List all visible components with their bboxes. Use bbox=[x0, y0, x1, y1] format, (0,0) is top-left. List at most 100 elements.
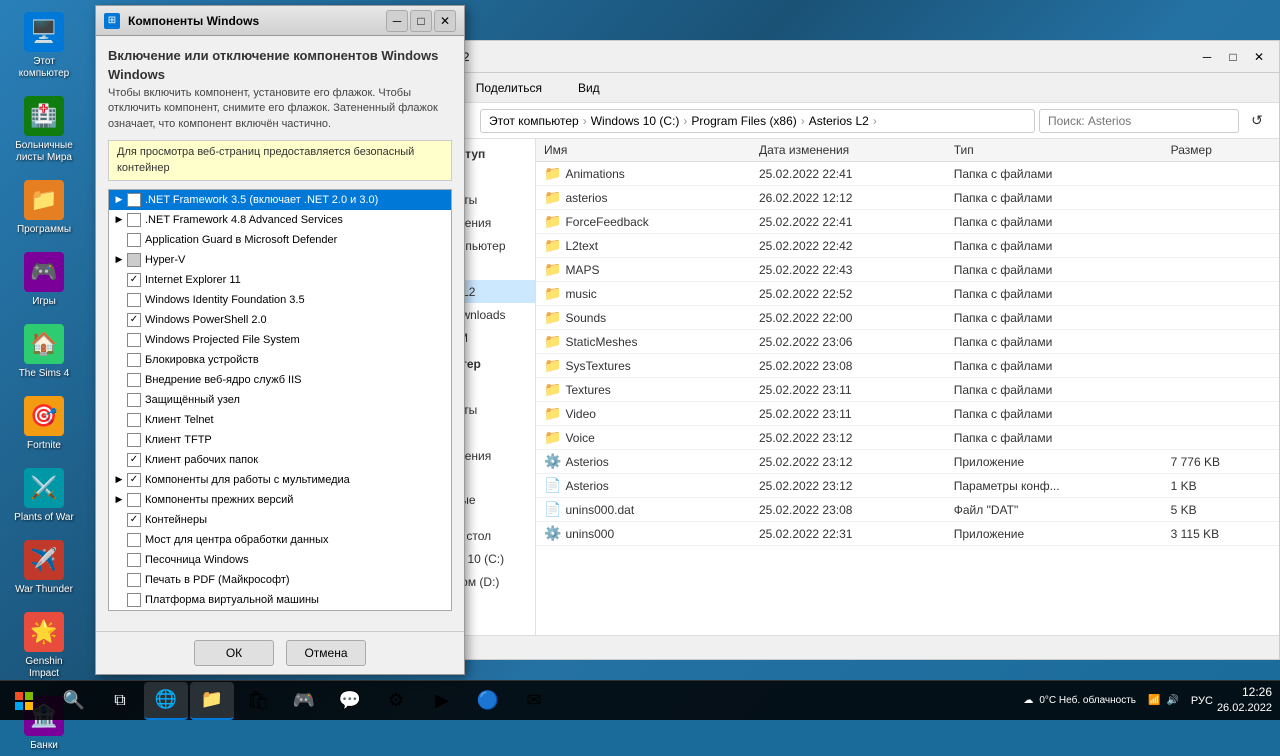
taskbar-edge-button[interactable]: 🌐 bbox=[144, 682, 188, 720]
comp-checkbox-wif[interactable] bbox=[127, 293, 141, 307]
comp-checkbox-media[interactable]: ✓ bbox=[127, 473, 141, 487]
taskbar-taskview-button[interactable]: ⧉ bbox=[98, 682, 142, 720]
comp-item-blockdev[interactable]: Блокировка устройств bbox=[109, 350, 451, 370]
comp-expand-workfolder[interactable] bbox=[113, 454, 125, 466]
comp-item-net35[interactable]: ▶ ✓ .NET Framework 3.5 (включает .NET 2.… bbox=[109, 190, 451, 210]
dialog-ok-button[interactable]: ОК bbox=[194, 640, 274, 666]
comp-expand-sechost[interactable] bbox=[113, 394, 125, 406]
taskbar-discord-button[interactable]: 💬 bbox=[328, 682, 372, 720]
comp-checkbox-vmpla[interactable] bbox=[127, 593, 141, 607]
comp-expand-ie11[interactable] bbox=[113, 274, 125, 286]
table-row[interactable]: 📁Voice 25.02.2022 23:12 Папка с файлами bbox=[536, 426, 1279, 450]
comp-item-wslpla[interactable]: Платформа низкоуровневой оболочки Window… bbox=[109, 610, 451, 611]
comp-checkbox-dchub[interactable] bbox=[127, 533, 141, 547]
table-row[interactable]: ⚙️unins000 25.02.2022 22:31 Приложение 3… bbox=[536, 522, 1279, 546]
fe-maximize-button[interactable]: □ bbox=[1221, 45, 1245, 69]
desktop-icon-wow[interactable]: ⚔️ Plants of War bbox=[8, 464, 80, 528]
table-row[interactable]: ⚙️Asterios 25.02.2022 23:12 Приложение 7… bbox=[536, 450, 1279, 474]
comp-item-sandbox[interactable]: Песочница Windows bbox=[109, 550, 451, 570]
comp-checkbox-legacy[interactable] bbox=[127, 493, 141, 507]
comp-checkbox-ps20[interactable]: ✓ bbox=[127, 313, 141, 327]
dialog-maximize-button[interactable]: □ bbox=[410, 10, 432, 32]
dialog-minimize-button[interactable]: ─ bbox=[386, 10, 408, 32]
comp-expand-media[interactable]: ▶ bbox=[113, 474, 125, 486]
comp-item-webcore[interactable]: Внедрение веб-ядро служб IIS bbox=[109, 370, 451, 390]
comp-expand-pdfprint[interactable] bbox=[113, 574, 125, 586]
comp-expand-net35[interactable]: ▶ bbox=[113, 194, 125, 206]
fe-close-button[interactable]: ✕ bbox=[1247, 45, 1271, 69]
comp-expand-net48[interactable]: ▶ bbox=[113, 214, 125, 226]
comp-expand-wpfs[interactable] bbox=[113, 334, 125, 346]
taskbar-settings-button[interactable]: ⚙ bbox=[374, 682, 418, 720]
taskbar-explorer-button[interactable]: 📁 bbox=[190, 682, 234, 720]
desktop-icon-fortnite[interactable]: 🎯 Fortnite bbox=[8, 392, 80, 456]
taskbar-steam-button[interactable]: 🎮 bbox=[282, 682, 326, 720]
table-row[interactable]: 📄Asterios 25.02.2022 23:12 Параметры кон… bbox=[536, 474, 1279, 498]
ribbon-tab-share[interactable]: Поделиться bbox=[466, 75, 552, 101]
col-size[interactable]: Размер bbox=[1163, 139, 1279, 162]
taskbar-search-button[interactable]: 🔍 bbox=[52, 682, 96, 720]
comp-item-tftp[interactable]: Клиент TFTP bbox=[109, 430, 451, 450]
table-row[interactable]: 📁MAPS 25.02.2022 22:43 Папка с файлами bbox=[536, 258, 1279, 282]
comp-expand-wif[interactable] bbox=[113, 294, 125, 306]
dialog-cancel-button[interactable]: Отмена bbox=[286, 640, 366, 666]
comp-item-sechost[interactable]: Защищённый узел bbox=[109, 390, 451, 410]
comp-item-ps20[interactable]: ✓ Windows PowerShell 2.0 bbox=[109, 310, 451, 330]
nav-breadcrumb[interactable]: Этот компьютер › Windows 10 (C:) › Progr… bbox=[480, 109, 1035, 133]
comp-item-workfolder[interactable]: ✓ Клиент рабочих папок bbox=[109, 450, 451, 470]
taskbar-chrome-button[interactable]: 🔵 bbox=[466, 682, 510, 720]
comp-expand-appguard[interactable] bbox=[113, 234, 125, 246]
table-row[interactable]: 📁Video 25.02.2022 23:11 Папка с файлами bbox=[536, 402, 1279, 426]
comp-expand-blockdev[interactable] bbox=[113, 354, 125, 366]
fe-minimize-button[interactable]: ─ bbox=[1195, 45, 1219, 69]
table-row[interactable]: 📁L2text 25.02.2022 22:42 Папка с файлами bbox=[536, 234, 1279, 258]
comp-item-pdfprint[interactable]: Печать в PDF (Майкрософт) bbox=[109, 570, 451, 590]
comp-checkbox-tftp[interactable] bbox=[127, 433, 141, 447]
comp-checkbox-ie11[interactable]: ✓ bbox=[127, 273, 141, 287]
table-row[interactable]: 📁asterios 26.02.2022 12:12 Папка с файла… bbox=[536, 186, 1279, 210]
taskbar-clock[interactable]: 12:26 26.02.2022 bbox=[1217, 684, 1272, 716]
comp-checkbox-pdfprint[interactable] bbox=[127, 573, 141, 587]
taskbar-youtube-button[interactable]: ▶ bbox=[420, 682, 464, 720]
table-row[interactable]: 📁StaticMeshes 25.02.2022 23:06 Папка с ф… bbox=[536, 330, 1279, 354]
desktop-icon-sims[interactable]: 🏠 The Sims 4 bbox=[8, 320, 80, 384]
comp-checkbox-net35[interactable]: ✓ bbox=[127, 193, 141, 207]
comp-expand-webcore[interactable] bbox=[113, 374, 125, 386]
col-type[interactable]: Тип bbox=[946, 139, 1163, 162]
desktop-icon-programs[interactable]: 📁 Программы bbox=[8, 176, 80, 240]
comp-item-vmpla[interactable]: Платформа виртуальной машины bbox=[109, 590, 451, 610]
comp-checkbox-appguard[interactable] bbox=[127, 233, 141, 247]
comp-checkbox-blockdev[interactable] bbox=[127, 353, 141, 367]
table-row[interactable]: 📁Textures 25.02.2022 23:11 Папка с файла… bbox=[536, 378, 1279, 402]
comp-item-ie11[interactable]: ✓ Internet Explorer 11 bbox=[109, 270, 451, 290]
table-row[interactable]: 📁ForceFeedback 25.02.2022 22:41 Папка с … bbox=[536, 210, 1279, 234]
comp-checkbox-hyperv[interactable] bbox=[127, 253, 141, 267]
comp-item-containers[interactable]: ✓ Контейнеры bbox=[109, 510, 451, 530]
comp-expand-tftp[interactable] bbox=[113, 434, 125, 446]
taskbar-store-button[interactable]: 🛍 bbox=[236, 682, 280, 720]
comp-item-hyperv[interactable]: ▶ Hyper-V bbox=[109, 250, 451, 270]
comp-checkbox-net48[interactable] bbox=[127, 213, 141, 227]
col-name[interactable]: Имя bbox=[536, 139, 751, 162]
comp-expand-telnet[interactable] bbox=[113, 414, 125, 426]
comp-expand-ps20[interactable] bbox=[113, 314, 125, 326]
comp-item-telnet[interactable]: Клиент Telnet bbox=[109, 410, 451, 430]
table-row[interactable]: 📄unins000.dat 25.02.2022 23:08 Файл "DAT… bbox=[536, 498, 1279, 522]
comp-expand-dchub[interactable] bbox=[113, 534, 125, 546]
comp-checkbox-webcore[interactable] bbox=[127, 373, 141, 387]
desktop-icon-games[interactable]: 🎮 Игры bbox=[8, 248, 80, 312]
comp-checkbox-wpfs[interactable] bbox=[127, 333, 141, 347]
dialog-close-button[interactable]: ✕ bbox=[434, 10, 456, 32]
table-row[interactable]: 📁Sounds 25.02.2022 22:00 Папка с файлами bbox=[536, 306, 1279, 330]
table-row[interactable]: 📁music 25.02.2022 22:52 Папка с файлами bbox=[536, 282, 1279, 306]
comp-checkbox-sechost[interactable] bbox=[127, 393, 141, 407]
ribbon-tab-view[interactable]: Вид bbox=[568, 75, 610, 101]
comp-item-media[interactable]: ▶ ✓ Компоненты для работы с мультимедиа bbox=[109, 470, 451, 490]
comp-item-wif[interactable]: Windows Identity Foundation 3.5 bbox=[109, 290, 451, 310]
comp-item-wpfs[interactable]: Windows Projected File System bbox=[109, 330, 451, 350]
table-row[interactable]: 📁Animations 25.02.2022 22:41 Папка с фай… bbox=[536, 162, 1279, 186]
nav-refresh-button[interactable]: ↺ bbox=[1243, 107, 1271, 135]
desktop-icon-hospital[interactable]: 🏥 Больничные листы Мира bbox=[8, 92, 80, 168]
col-date[interactable]: Дата изменения bbox=[751, 139, 946, 162]
desktop-icon-computer[interactable]: 🖥️ Этот компьютер bbox=[8, 8, 80, 84]
